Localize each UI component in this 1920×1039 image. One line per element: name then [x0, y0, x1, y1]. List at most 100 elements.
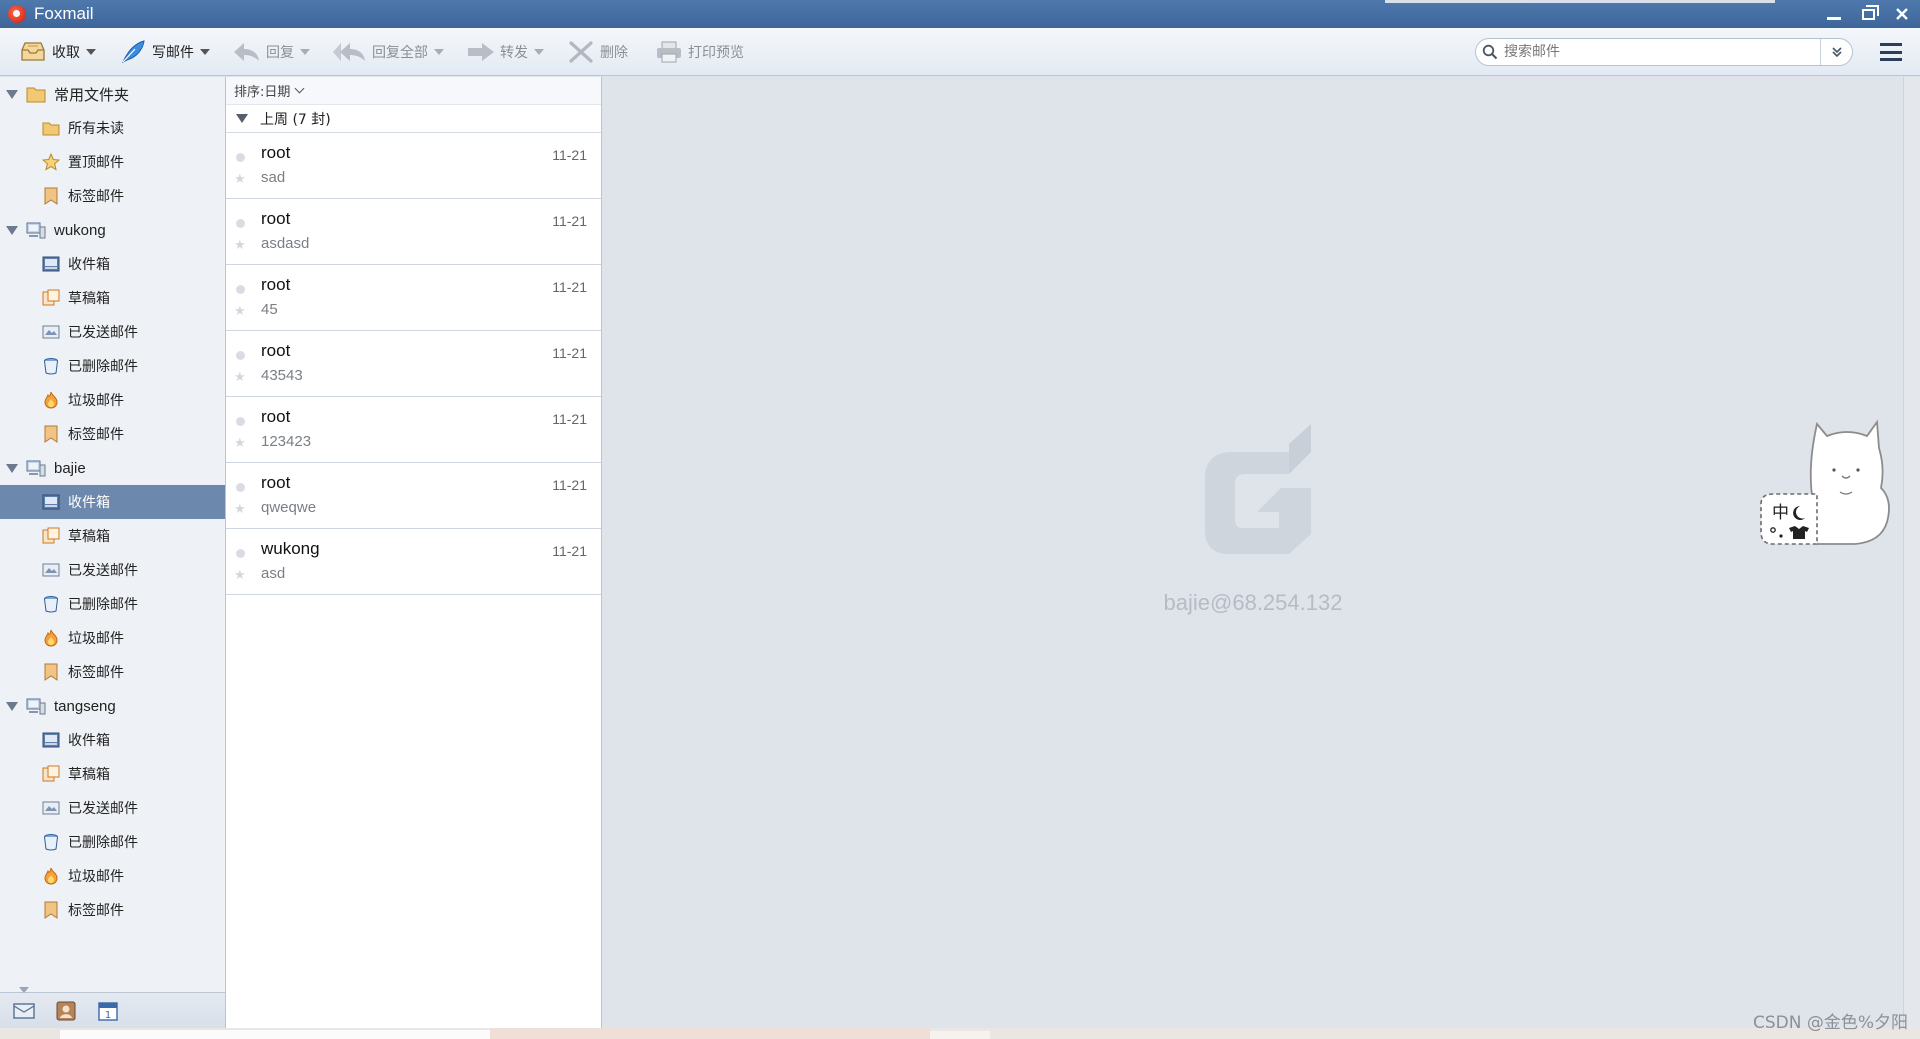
sidebar-item-label: 标签邮件: [68, 665, 124, 681]
forward-button[interactable]: 转发: [458, 32, 552, 72]
mail-row[interactable]: ★ root 43543 11-21: [226, 331, 601, 397]
sidebar-item-label: 草稿箱: [68, 767, 110, 783]
sidebar-item-bajie-5[interactable]: 标签邮件: [0, 655, 225, 689]
mail-row[interactable]: ★ wukong asd 11-21: [226, 529, 601, 595]
chevron-down-icon[interactable]: [200, 48, 210, 55]
sidebar-item-common-0[interactable]: 所有未读: [0, 111, 225, 145]
ime-cat-widget[interactable]: 中: [1755, 418, 1915, 572]
restore-button[interactable]: [1858, 4, 1879, 24]
minimize-button[interactable]: [1824, 4, 1844, 24]
calendar-icon[interactable]: 1: [96, 1000, 120, 1022]
sidebar-item-common-1[interactable]: 置顶邮件: [0, 145, 225, 179]
mail-row[interactable]: ★ root 123423 11-21: [226, 397, 601, 463]
current-account-label: bajie@68.254.132: [1163, 590, 1343, 615]
chevron-down-icon[interactable]: [86, 48, 96, 55]
unread-dot-icon[interactable]: [236, 219, 245, 228]
sidebar-item-tangseng-2[interactable]: 已发送邮件: [0, 791, 225, 825]
mail-group-header[interactable]: 上周 (7 封): [226, 105, 601, 133]
unread-dot-icon[interactable]: [236, 351, 245, 360]
mail-sender: root: [261, 143, 291, 162]
account-tangseng[interactable]: tangseng: [0, 689, 225, 723]
computer-icon: [26, 697, 46, 715]
sidebar-item-bajie-1[interactable]: 草稿箱: [0, 519, 225, 553]
sidebar-item-tangseng-3[interactable]: 已删除邮件: [0, 825, 225, 859]
mail-rows: ★ root sad 11-21 ★ root asdasd 11-21 ★ root 45 11-2…: [226, 133, 601, 595]
star-icon[interactable]: ★: [234, 173, 246, 186]
folder-group-label: bajie: [54, 459, 86, 477]
sidebar-item-wukong-2[interactable]: 已发送邮件: [0, 315, 225, 349]
folder-group-label: wukong: [54, 221, 106, 239]
sidebar-item-bajie-3[interactable]: 已删除邮件: [0, 587, 225, 621]
folder-group-common[interactable]: 常用文件夹: [0, 77, 225, 111]
mail-row[interactable]: ★ root qweqwe 11-21: [226, 463, 601, 529]
mail-subject: 123423: [261, 433, 312, 450]
mail-subject: 43543: [261, 367, 303, 384]
trash-icon: [42, 595, 60, 613]
sidebar-item-common-2[interactable]: 标签邮件: [0, 179, 225, 213]
sidebar-item-label: 所有未读: [68, 121, 124, 137]
spam-fire-icon: [42, 391, 60, 409]
star-icon[interactable]: ★: [234, 503, 246, 516]
expand-triangle-icon[interactable]: [6, 89, 18, 99]
unread-dot-icon[interactable]: [236, 483, 245, 492]
star-icon[interactable]: ★: [234, 371, 246, 384]
chevron-down-icon[interactable]: [300, 48, 310, 55]
main-menu-button[interactable]: [1878, 40, 1904, 64]
mail-row[interactable]: ★ root 45 11-21: [226, 265, 601, 331]
sidebar-item-bajie-4[interactable]: 垃圾邮件: [0, 621, 225, 655]
sidebar-item-bajie-0[interactable]: 收件箱: [0, 485, 225, 519]
menu-icon: [1880, 43, 1902, 46]
mail-date: 11-21: [552, 543, 587, 559]
sidebar-item-wukong-5[interactable]: 标签邮件: [0, 417, 225, 451]
sidebar-item-wukong-3[interactable]: 已删除邮件: [0, 349, 225, 383]
receive-button[interactable]: 收取: [10, 32, 104, 72]
sidebar-item-tangseng-4[interactable]: 垃圾邮件: [0, 859, 225, 893]
star-icon[interactable]: ★: [234, 305, 246, 318]
unread-dot-icon[interactable]: [236, 417, 245, 426]
close-button[interactable]: [1892, 4, 1912, 24]
sidebar-item-wukong-1[interactable]: 草稿箱: [0, 281, 225, 315]
trash-icon: [42, 833, 60, 851]
sidebar-item-label: 标签邮件: [68, 427, 124, 443]
mail-row[interactable]: ★ root asdasd 11-21: [226, 199, 601, 265]
sidebar-item-wukong-0[interactable]: 收件箱: [0, 247, 225, 281]
unread-dot-icon[interactable]: [236, 153, 245, 162]
expand-triangle-icon[interactable]: [6, 463, 18, 473]
spam-fire-icon: [42, 867, 60, 885]
account-bajie[interactable]: bajie: [0, 451, 225, 485]
sidebar-item-bajie-2[interactable]: 已发送邮件: [0, 553, 225, 587]
star-icon[interactable]: ★: [234, 437, 246, 450]
sidebar-item-wukong-4[interactable]: 垃圾邮件: [0, 383, 225, 417]
delete-button[interactable]: 删除: [558, 32, 636, 72]
collapse-icon[interactable]: [19, 987, 29, 993]
reply-button[interactable]: 回复: [224, 32, 318, 72]
contacts-icon[interactable]: [54, 1000, 78, 1022]
drafts-icon: [42, 527, 60, 545]
star-icon[interactable]: ★: [234, 569, 246, 582]
mail-row[interactable]: ★ root sad 11-21: [226, 133, 601, 199]
unread-dot-icon[interactable]: [236, 285, 245, 294]
account-wukong[interactable]: wukong: [0, 213, 225, 247]
unread-dot-icon[interactable]: [236, 549, 245, 558]
search-options-button[interactable]: [1820, 39, 1852, 65]
sidebar-item-label: 标签邮件: [68, 189, 124, 205]
menu-icon-bar: [1880, 50, 1902, 54]
tag-icon: [42, 663, 60, 681]
print-preview-button[interactable]: 打印预览: [646, 32, 752, 72]
star-icon[interactable]: ★: [234, 239, 246, 252]
tag-icon: [42, 901, 60, 919]
sidebar-item-tangseng-0[interactable]: 收件箱: [0, 723, 225, 757]
expand-triangle-icon[interactable]: [6, 225, 18, 235]
sidebar-item-tangseng-1[interactable]: 草稿箱: [0, 757, 225, 791]
sort-control[interactable]: 排序:日期: [226, 77, 601, 105]
inbox-icon: [42, 731, 60, 749]
search-input[interactable]: [1504, 40, 1820, 64]
chevron-down-icon[interactable]: [434, 48, 444, 55]
sidebar-item-label: 置顶邮件: [68, 155, 124, 171]
chevron-down-icon[interactable]: [534, 48, 544, 55]
expand-triangle-icon[interactable]: [6, 701, 18, 711]
mail-view-icon[interactable]: [12, 1000, 36, 1022]
sidebar-item-tangseng-5[interactable]: 标签邮件: [0, 893, 225, 927]
reply-all-button[interactable]: 回复全部: [324, 32, 452, 72]
compose-button[interactable]: 写邮件: [110, 32, 218, 72]
